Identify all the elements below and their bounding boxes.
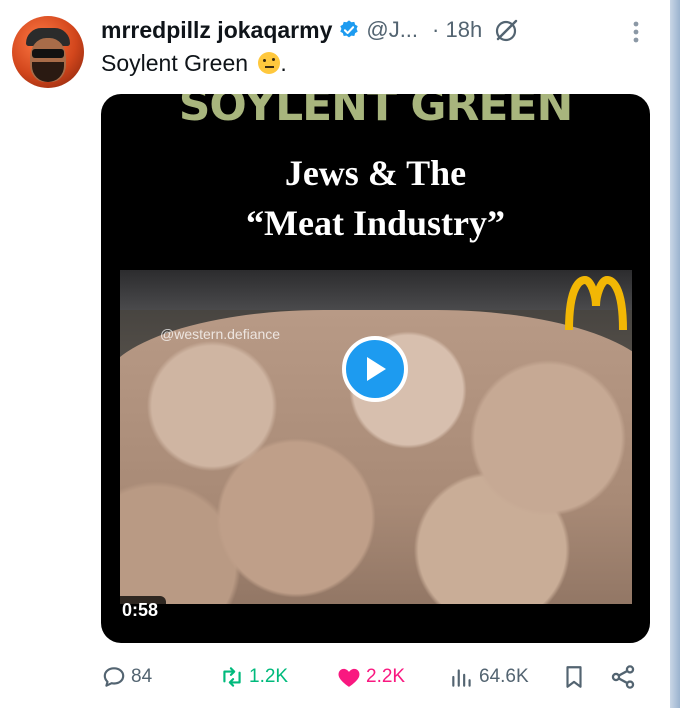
grok-icon[interactable] bbox=[494, 17, 520, 43]
views-count: 64.6K bbox=[479, 666, 529, 687]
timestamp[interactable]: · 18h bbox=[432, 17, 482, 43]
avatar-glasses bbox=[32, 49, 64, 58]
post-text: Soylent Green . bbox=[101, 50, 287, 77]
video-watermark: @western.defiance bbox=[160, 326, 281, 342]
post-header: mrredpillz jokaqarmy @J... · 18h bbox=[101, 14, 520, 46]
avatar[interactable] bbox=[12, 16, 84, 88]
banner-title: SOYLENT GREEN bbox=[178, 94, 574, 131]
tray-edge bbox=[120, 270, 632, 310]
headline-line-2: “Meat Industry” bbox=[246, 203, 505, 243]
video-media[interactable]: SOYLENT GREEN Jews & The “Meat Industry”… bbox=[101, 94, 650, 643]
thinking-face-emoji-icon bbox=[258, 52, 281, 74]
reply-count: 84 bbox=[131, 666, 153, 687]
video-frame[interactable]: @western.defiance bbox=[120, 270, 632, 604]
headline-line-1: Jews & The bbox=[284, 153, 467, 193]
action-bar: 84 1.2K 2.2K 64.6K bbox=[101, 660, 650, 694]
reply-button[interactable]: 84 bbox=[101, 660, 152, 694]
reply-icon bbox=[103, 667, 125, 687]
handle[interactable]: @J... bbox=[366, 17, 418, 43]
play-icon bbox=[367, 357, 386, 381]
heart-icon bbox=[338, 668, 360, 687]
like-button[interactable]: 2.2K bbox=[336, 660, 405, 694]
repost-button[interactable]: 1.2K bbox=[219, 660, 288, 694]
like-count: 2.2K bbox=[366, 666, 406, 687]
repost-count: 1.2K bbox=[249, 666, 289, 687]
bookmark-button[interactable] bbox=[561, 660, 591, 694]
play-button[interactable] bbox=[342, 336, 408, 402]
bookmark-icon bbox=[566, 666, 582, 688]
golden-arches-logo-icon bbox=[565, 275, 627, 332]
more-vertical-icon[interactable] bbox=[626, 18, 646, 46]
background-edge bbox=[670, 0, 680, 708]
views-button[interactable]: 64.6K bbox=[449, 660, 529, 694]
repost-icon bbox=[223, 667, 241, 687]
share-icon bbox=[611, 665, 635, 689]
video-duration: 0:58 bbox=[114, 596, 167, 625]
share-button[interactable] bbox=[609, 660, 641, 694]
verified-badge-icon bbox=[338, 19, 360, 41]
post-text-body: Soylent Green bbox=[101, 50, 249, 76]
post-text-suffix: . bbox=[280, 50, 287, 76]
display-name[interactable]: mrredpillz jokaqarmy bbox=[101, 17, 332, 44]
views-chart-icon bbox=[452, 669, 471, 687]
